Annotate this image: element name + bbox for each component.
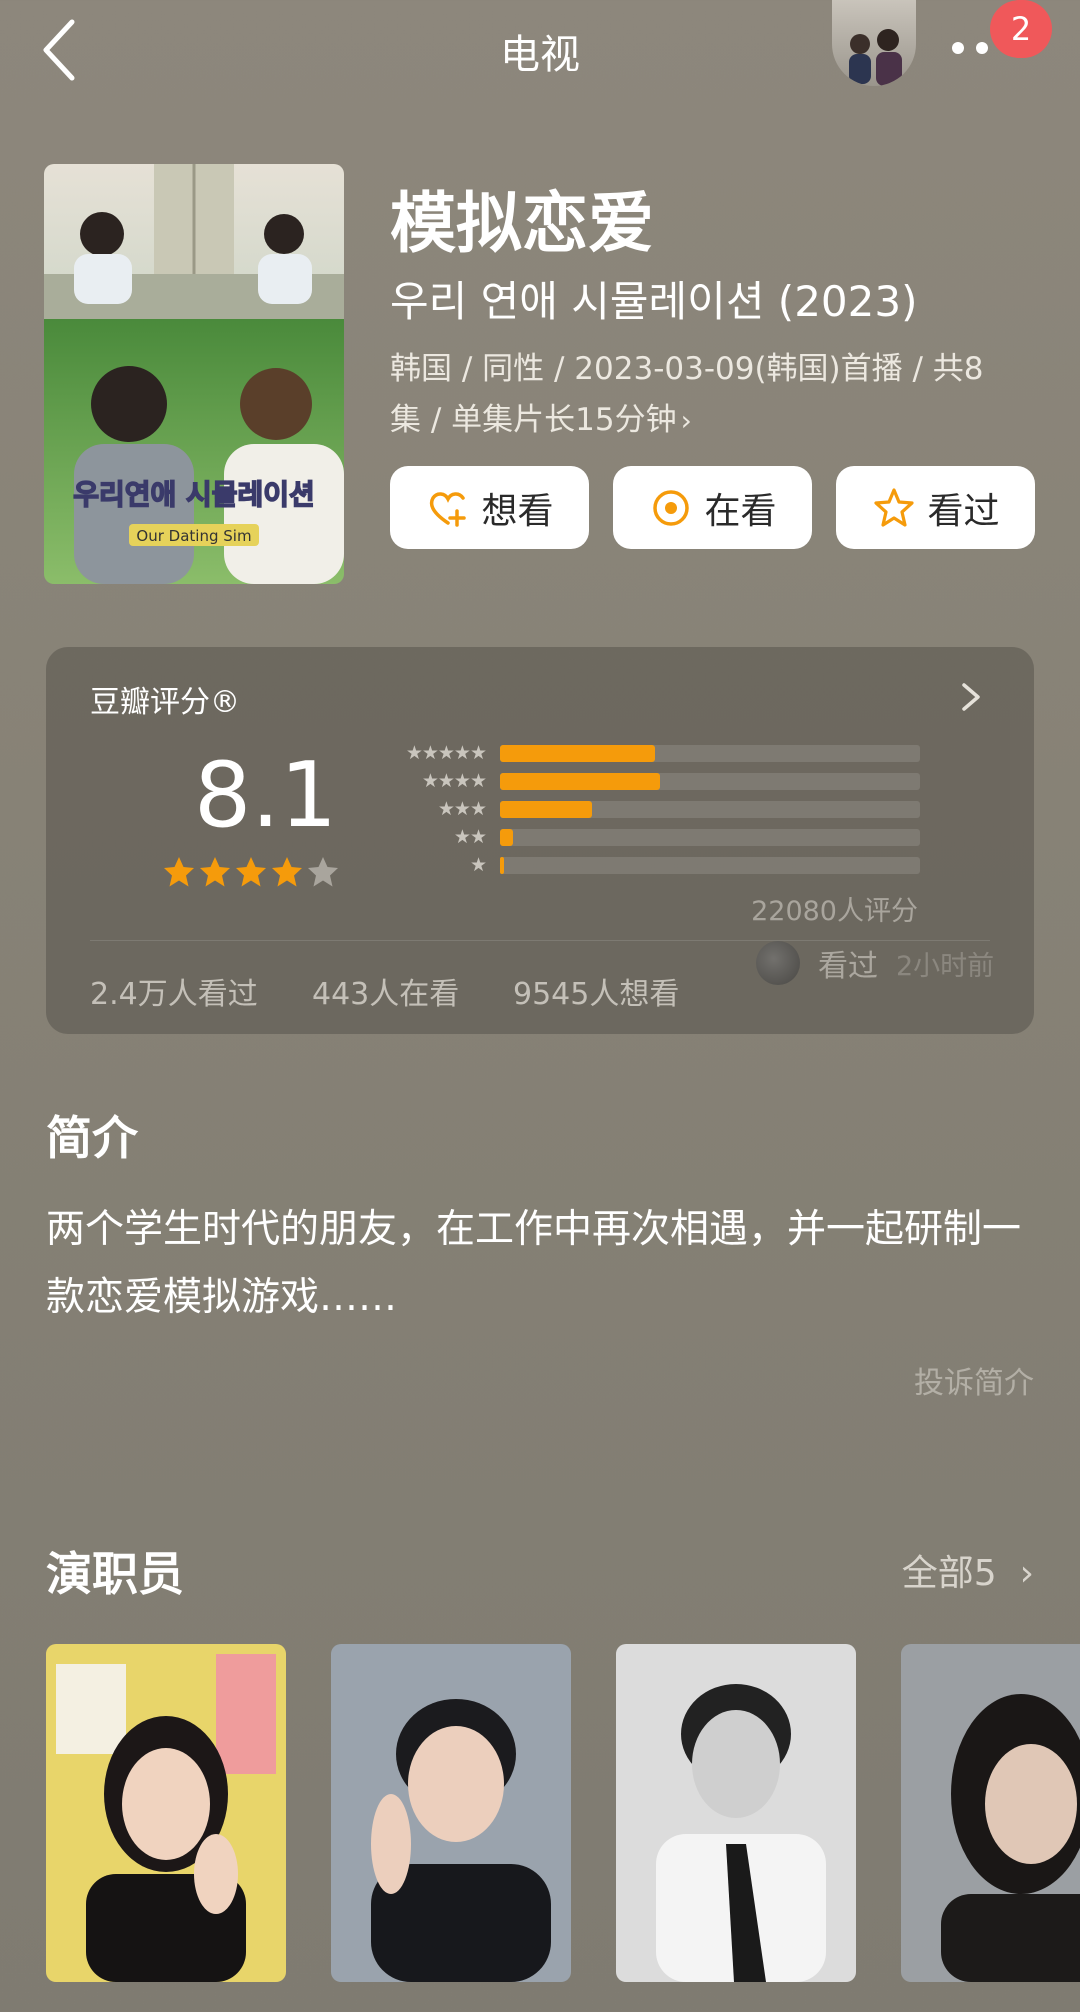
star-icon [272,857,302,887]
show-title: 模拟恋爱 [390,185,654,262]
friend-time: 2小时前 [896,950,995,982]
star-icon [236,857,266,887]
target-icon [653,489,690,526]
rating-score: 8.1 [194,743,338,848]
distribution-bar [500,744,655,762]
meta-line-2: 集 / 单集片长15分钟 [390,402,677,438]
distribution-row: ★★★ [376,799,920,819]
cast-all-link[interactable]: 全部5 › [902,1544,1034,1596]
distribution-row: ★★ [376,827,920,847]
avatar-photo [849,29,902,86]
distribution-track [500,800,920,818]
distribution-track [500,772,920,790]
star-icon [164,857,194,887]
friend-activity[interactable]: 看过 2小时前 [756,941,994,985]
want-label: 想看 [481,490,554,532]
cast-portrait-1 [46,1644,286,1982]
distribution-stars: ★★★★ [421,770,487,792]
watched-count[interactable]: 2.4万人看过 [90,969,258,1013]
meta-line-1: 韩国 / 同性 / 2023-03-09(韩国)首播 / 共8 [390,351,984,387]
poster-image[interactable]: 우리연애 시뮬레이션 Our Dating Sim [44,164,344,584]
avatar[interactable] [832,0,916,86]
cast-photo-3[interactable] [616,1644,856,1982]
watching-count[interactable]: 443人在看 [312,969,459,1013]
want-count[interactable]: 9545人想看 [513,969,679,1013]
distribution-bar [500,772,660,790]
poster-art: 우리연애 시뮬레이션 Our Dating Sim [44,164,344,584]
want-button[interactable]: 想看 [390,466,589,549]
intro-text[interactable]: 两个学生时代的朋友，在工作中再次相遇，并一起研制一款恋爱模拟游戏…… [46,1196,1036,1332]
distribution-bar [500,828,513,846]
chevron-right-icon [962,683,980,711]
meta-line-2-wrap: 集 / 单集片长15分钟 › [390,395,1040,446]
friend-avatar [756,941,800,985]
watching-button[interactable]: 在看 [613,466,812,549]
svg-text:Our Dating Sim: Our Dating Sim [136,527,251,545]
page-title: 电视 [500,32,580,78]
friend-action: 看过 [818,949,878,984]
original-title: 우리 연애 시뮬레이션 (2023) [390,277,918,326]
intro-heading: 简介 [46,1111,138,1165]
rating-card[interactable]: 豆瓣评分® 8.1 ★★★★★ ★★★★ ★★★ ★★ ★ 22080人评分 2.4万人… [46,647,1034,1034]
watching-label: 在看 [704,490,777,532]
distribution-track [500,744,920,762]
watched-button[interactable]: 看过 [836,466,1035,549]
distribution-bar [500,856,504,874]
star-icon [308,857,338,887]
star-outline-icon [874,487,915,527]
distribution-track [500,828,920,846]
cast-portrait-2 [331,1644,571,1982]
chevron-right-icon: › [1008,1553,1034,1594]
rating-count: 22080人评分 [751,896,918,927]
chevron-right-icon: › [680,404,692,437]
watched-label: 看过 [927,490,1000,532]
heart-plus-icon [430,491,467,527]
cast-heading: 演职员 [46,1547,184,1601]
distribution-row: ★★★★★ [376,743,920,763]
rating-stars [162,855,340,889]
distribution-stars: ★ [469,854,487,876]
cast-portrait-3 [616,1644,856,1982]
cast-all-label: 全部5 [901,1553,997,1594]
cast-photo-2[interactable] [331,1644,571,1982]
distribution-row: ★★★★ [376,771,920,791]
distribution-stars: ★★★ [437,798,487,820]
cast-photo-1[interactable] [46,1644,286,1982]
cast-portrait-4 [901,1644,1080,1982]
rating-label: 豆瓣评分® [90,685,240,720]
distribution-row: ★ [376,855,920,875]
show-meta[interactable]: 韩国 / 同性 / 2023-03-09(韩国)首播 / 共8 集 / 单集片长… [390,344,1040,446]
cast-photo-4[interactable] [901,1644,1080,1982]
star-icon [200,857,230,887]
distribution-stars: ★★★★★ [405,742,487,764]
rating-detail-button[interactable] [956,677,986,717]
notification-badge: 2 [990,0,1052,58]
distribution-track [500,856,920,874]
distribution-stars: ★★ [453,826,487,848]
svg-text:우리연애 시뮬레이션: 우리연애 시뮬레이션 [73,478,315,511]
report-intro-link[interactable]: 投诉简介 [914,1358,1034,1402]
distribution-bar [500,800,592,818]
top-bar: 电视 2 [0,0,1080,100]
